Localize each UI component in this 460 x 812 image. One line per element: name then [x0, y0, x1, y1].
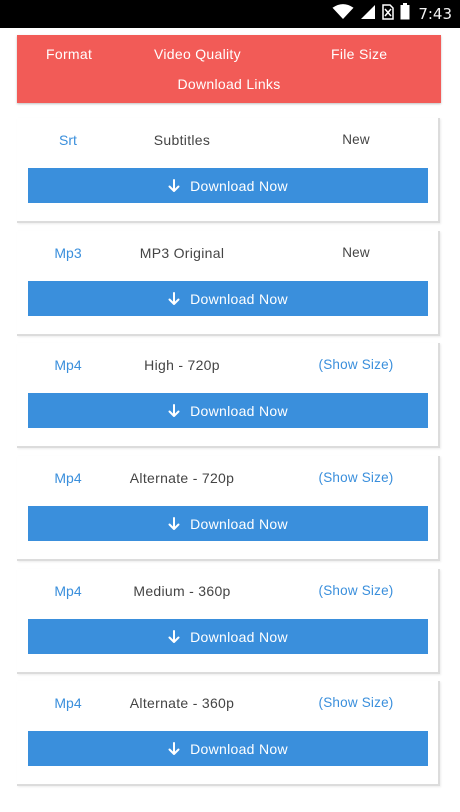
header-file-size: File Size	[331, 46, 388, 62]
video-quality: High - 720p	[144, 357, 220, 373]
video-quality: Subtitles	[153, 132, 211, 148]
battery-icon	[400, 3, 410, 25]
video-quality: Alternate - 360p	[129, 695, 235, 711]
signal-icon	[360, 4, 376, 25]
no-sim-icon	[382, 3, 395, 25]
show-size-link[interactable]: (Show Size)	[296, 695, 416, 710]
download-now-label: Download Now	[190, 515, 288, 532]
format-link[interactable]: Mp4	[17, 583, 119, 599]
download-row-mp4-360p-alt: Mp4 Alternate - 360p (Show Size) Downloa…	[17, 681, 440, 786]
download-now-label: Download Now	[190, 740, 288, 757]
download-now-label: Download Now	[190, 628, 288, 645]
download-arrow-icon	[168, 178, 180, 193]
video-quality: Alternate - 720p	[129, 470, 235, 486]
download-row-subtitles: Srt Subtitles New Download Now	[17, 118, 440, 223]
download-row-mp4-720p-alt: Mp4 Alternate - 720p (Show Size) Downloa…	[17, 456, 440, 561]
file-size: New	[342, 132, 370, 147]
format-link[interactable]: Srt	[17, 132, 119, 148]
download-arrow-icon	[168, 741, 180, 756]
header-download-links: Download Links	[177, 76, 281, 92]
status-icons: 7:43	[332, 3, 452, 25]
wifi-icon	[332, 3, 354, 25]
format-link[interactable]: Mp4	[17, 695, 119, 711]
download-now-button[interactable]: Download Now	[28, 168, 428, 203]
download-now-button[interactable]: Download Now	[28, 731, 428, 766]
download-now-label: Download Now	[190, 177, 288, 194]
download-now-label: Download Now	[190, 290, 288, 307]
header-format: Format	[46, 46, 93, 62]
video-quality: Medium - 360p	[133, 583, 231, 599]
download-now-button[interactable]: Download Now	[28, 506, 428, 541]
table-header: Format Video Quality File Size Download …	[17, 35, 441, 103]
show-size-link[interactable]: (Show Size)	[296, 583, 416, 598]
download-now-label: Download Now	[190, 402, 288, 419]
download-now-button[interactable]: Download Now	[28, 619, 428, 654]
show-size-link[interactable]: (Show Size)	[296, 470, 416, 485]
show-size-link[interactable]: (Show Size)	[296, 357, 416, 372]
download-row-partial	[17, 801, 440, 812]
header-video-quality: Video Quality	[154, 46, 241, 62]
download-arrow-icon	[168, 516, 180, 531]
download-row-mp3: Mp3 MP3 Original New Download Now	[17, 231, 440, 336]
download-now-button[interactable]: Download Now	[28, 281, 428, 316]
video-quality: MP3 Original	[139, 245, 225, 261]
file-size: New	[342, 245, 370, 260]
download-row-mp4-360p: Mp4 Medium - 360p (Show Size) Download N…	[17, 569, 440, 674]
download-arrow-icon	[168, 629, 180, 644]
download-now-button[interactable]: Download Now	[28, 393, 428, 428]
format-link[interactable]: Mp4	[17, 357, 119, 373]
download-row-mp4-720p: Mp4 High - 720p (Show Size) Download Now	[17, 343, 440, 448]
download-arrow-icon	[168, 291, 180, 306]
download-arrow-icon	[168, 403, 180, 418]
format-link[interactable]: Mp3	[17, 245, 119, 261]
status-time: 7:43	[418, 5, 452, 23]
format-link[interactable]: Mp4	[17, 470, 119, 486]
status-bar: 7:43	[0, 0, 460, 28]
download-table: Format Video Quality File Size Download …	[0, 28, 460, 812]
